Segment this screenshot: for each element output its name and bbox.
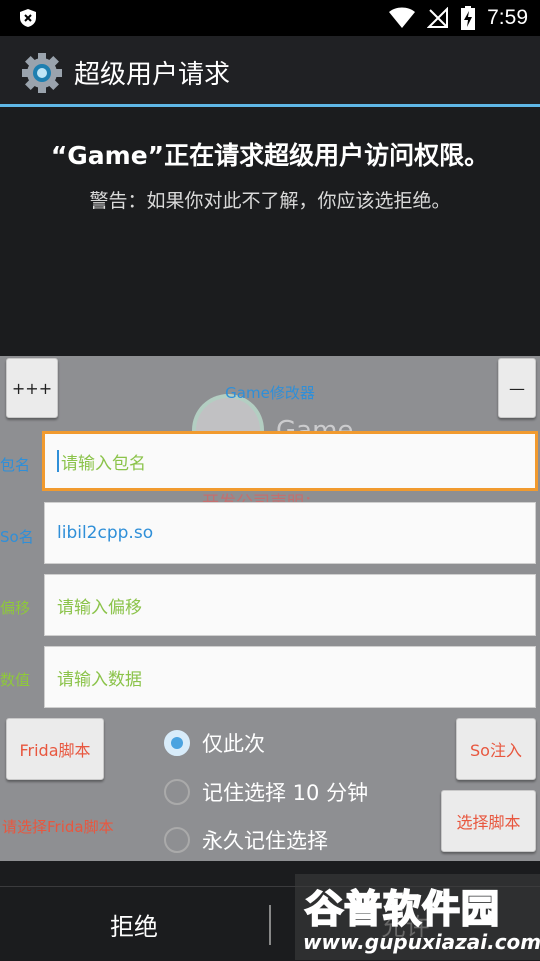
value-label: 数值 [0, 671, 31, 689]
radio-unselected-icon [164, 779, 190, 805]
text-caret [57, 450, 59, 472]
value-placeholder: 请输入数据 [57, 669, 142, 690]
clock: 7:59 [487, 6, 528, 29]
radio-forever[interactable]: 永久记住选择 [164, 825, 328, 855]
so-name-value: libil2cpp.so [57, 523, 154, 543]
mod-panel: Game 开发公司声明： +++ Game修改器 — 包名 请输入包名 So名 … [0, 356, 540, 861]
gear-icon [22, 53, 62, 93]
offset-label: 偏移 [0, 599, 31, 617]
page-title: 超级用户请求 [74, 60, 231, 90]
package-input[interactable]: 请输入包名 [42, 431, 538, 491]
so-name-input[interactable]: libil2cpp.so [44, 502, 536, 564]
frida-hint: 请选择Frida脚本 [2, 818, 114, 836]
wifi-icon [389, 7, 416, 28]
so-name-label: So名 [0, 528, 34, 546]
request-title: “Game”正在请求超级用户访问权限。 [50, 141, 490, 170]
shield-x-icon [20, 9, 36, 27]
status-bar: 7:59 [0, 0, 540, 36]
deny-button[interactable]: 拒绝 [0, 887, 268, 961]
radio-10-min-label: 记住选择 10 分钟 [202, 781, 369, 805]
package-label: 包名 [0, 456, 31, 474]
radio-once-label: 仅此次 [202, 732, 265, 756]
radio-10-min[interactable]: 记住选择 10 分钟 [164, 777, 368, 807]
radio-forever-label: 永久记住选择 [202, 829, 328, 853]
panel-title: Game修改器 [225, 384, 315, 402]
pick-script-button[interactable]: 选择脚本 [441, 790, 536, 852]
request-warning: 警告：如果你对此不了解，你应该选拒绝。 [89, 190, 451, 212]
package-placeholder: 请输入包名 [61, 453, 146, 474]
offset-input[interactable]: 请输入偏移 [44, 574, 536, 636]
no-signal-icon [427, 7, 449, 28]
battery-charging-icon [461, 6, 476, 30]
watermark-url: www.gupuxiazai.com [303, 930, 540, 954]
so-inject-button[interactable]: So注入 [456, 718, 536, 780]
watermark-title: 谷普软件园 [304, 886, 501, 932]
radio-once[interactable]: 仅此次 [164, 728, 265, 758]
header-divider [0, 104, 540, 107]
offset-placeholder: 请输入偏移 [57, 597, 142, 618]
radio-selected-icon [164, 730, 190, 756]
watermark: 谷普软件园 www.gupuxiazai.com [295, 874, 540, 960]
collapse-button[interactable]: — [498, 358, 536, 418]
app-bar: 超级用户请求 [0, 36, 540, 106]
value-input[interactable]: 请输入数据 [44, 646, 536, 708]
frida-script-button[interactable]: Frida脚本 [6, 718, 104, 780]
radio-unselected-icon [164, 827, 190, 853]
